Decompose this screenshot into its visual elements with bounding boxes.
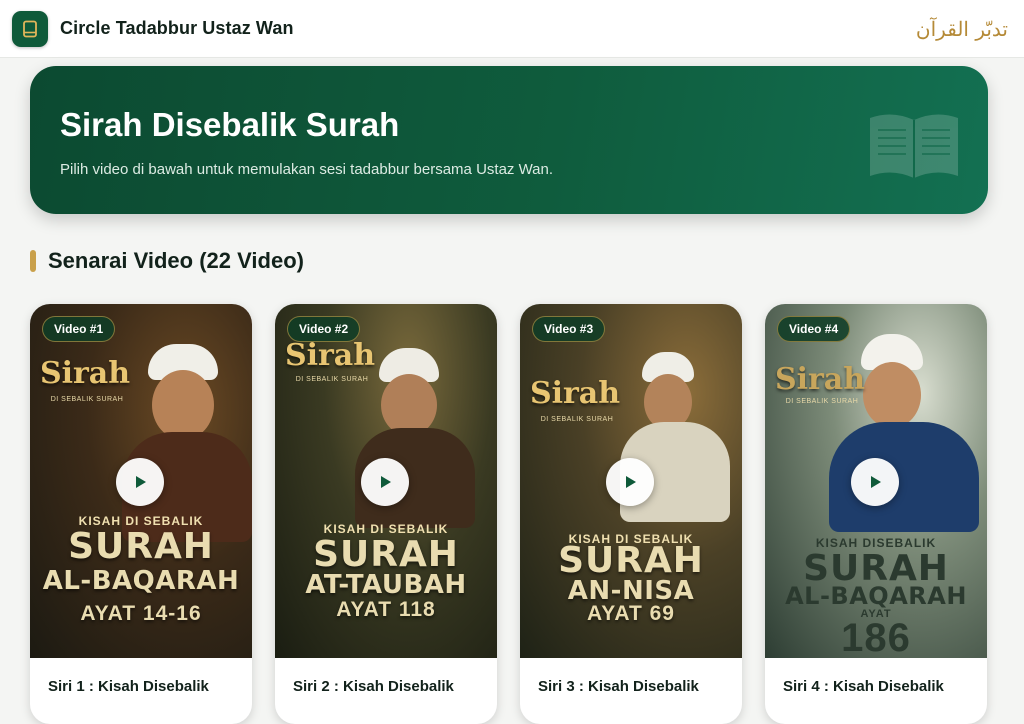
video-title[interactable]: Siri 3 : Kisah Disebalik (538, 678, 699, 695)
play-button[interactable] (116, 458, 164, 506)
poster-word: SURAH (68, 526, 214, 567)
video-card-4[interactable]: Sirah DI SEBALIK SURAH KISAH DISEBALIK S… (765, 304, 987, 724)
video-thumbnail[interactable]: Sirah DI SEBALIK SURAH KISAH DI SEBALIK … (520, 304, 742, 658)
video-thumbnail[interactable]: Sirah DI SEBALIK SURAH KISAH DISEBALIK S… (765, 304, 987, 658)
poster-word: SURAH (558, 540, 704, 581)
hero-subtitle: Pilih video di bawah untuk memulakan ses… (60, 161, 554, 178)
poster-surah-name: AT-TAUBAH (305, 570, 467, 600)
poster-brand-sub: DI SEBALIK SURAH (540, 416, 614, 423)
video-card-1[interactable]: Sirah DI SEBALIK SURAH KISAH DI SEBALIK … (30, 304, 252, 724)
video-number-badge: Video #1 (42, 316, 116, 342)
poster-brand-sub: DI SEBALIK SURAH (295, 376, 369, 383)
video-card-2[interactable]: Sirah DI SEBALIK SURAH KISAH DI SEBALIK … (275, 304, 497, 724)
video-number-badge: Video #2 (287, 316, 361, 342)
poster-ayat: AYAT 69 (587, 602, 675, 625)
app-title: Circle Tadabbur Ustaz Wan (60, 18, 294, 38)
play-icon (381, 476, 391, 488)
hero-banner: Sirah Disebalik Surah Pilih video di baw… (30, 66, 988, 214)
poster-surah-name: AL-BAQARAH (785, 582, 967, 610)
poster-brand: Sirah (39, 356, 131, 391)
section-header: Senarai Video (22 Video) (30, 248, 304, 274)
presenter-figure (381, 374, 437, 436)
play-icon (871, 476, 881, 488)
video-number-badge: Video #3 (532, 316, 606, 342)
poster-brand: Sirah (284, 338, 376, 373)
section-accent-bar (30, 250, 36, 272)
play-icon (136, 476, 146, 488)
video-card-3[interactable]: Sirah DI SEBALIK SURAH KISAH DI SEBALIK … (520, 304, 742, 724)
poster-ayat: AYAT 14-16 (80, 602, 202, 625)
arabic-brand-logo: تدبّر القرآن (915, 16, 1008, 41)
video-title[interactable]: Siri 1 : Kisah Disebalik (48, 678, 209, 695)
video-title[interactable]: Siri 2 : Kisah Disebalik (293, 678, 454, 695)
presenter-figure (152, 370, 214, 440)
poster-surah-name: AL-BAQARAH (42, 566, 240, 596)
play-button[interactable] (606, 458, 654, 506)
poster-ayat-number: 186 (841, 616, 911, 658)
poster-word: SURAH (313, 534, 459, 575)
poster-ayat: AYAT 118 (336, 598, 436, 621)
poster-brand-sub: DI SEBALIK SURAH (785, 398, 859, 405)
top-bar: Circle Tadabbur Ustaz Wan تدبّر القرآن (0, 0, 1024, 58)
book-icon[interactable] (12, 10, 48, 47)
play-button[interactable] (361, 458, 409, 506)
section-title: Senarai Video (22 Video) (48, 248, 304, 273)
quran-book-icon (866, 108, 962, 189)
hero-title: Sirah Disebalik Surah (60, 106, 400, 143)
video-thumbnail[interactable]: Sirah DI SEBALIK SURAH KISAH DI SEBALIK … (30, 304, 252, 658)
play-button[interactable] (851, 458, 899, 506)
video-title[interactable]: Siri 4 : Kisah Disebalik (783, 678, 944, 695)
poster-brand: Sirah (529, 376, 621, 411)
poster-brand-sub: DI SEBALIK SURAH (50, 396, 124, 403)
video-thumbnail[interactable]: Sirah DI SEBALIK SURAH KISAH DI SEBALIK … (275, 304, 497, 658)
video-number-badge: Video #4 (777, 316, 851, 342)
play-icon (626, 476, 636, 488)
poster-brand: Sirah (774, 362, 866, 397)
